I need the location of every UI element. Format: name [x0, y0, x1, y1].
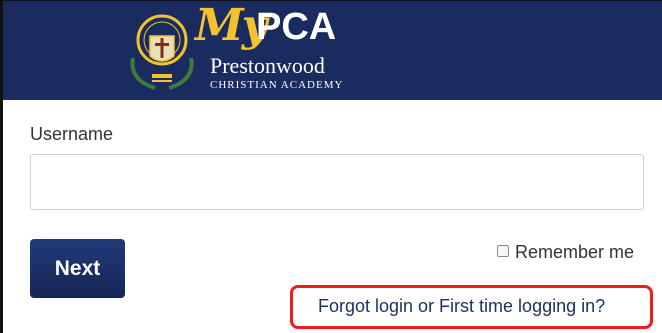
next-button[interactable]: Next — [30, 239, 125, 298]
username-label: Username — [30, 124, 114, 144]
brand-my-text: My — [195, 0, 267, 51]
brand-pca-text: PCA — [256, 6, 337, 48]
header-banner: My PCA Prestonwood CHRISTIAN ACADEMY — [3, 1, 662, 100]
school-subtitle: CHRISTIAN ACADEMY — [210, 79, 344, 91]
remember-me-label[interactable]: Remember me — [515, 243, 634, 261]
forgot-login-link[interactable]: Forgot login or First time logging in? — [318, 297, 605, 315]
login-page: My PCA Prestonwood CHRISTIAN ACADEMY Use… — [0, 0, 662, 333]
username-input[interactable] — [30, 154, 644, 210]
remember-me-checkbox[interactable] — [497, 245, 509, 257]
school-name: Prestonwood — [210, 53, 325, 78]
school-crest-icon — [130, 14, 194, 90]
